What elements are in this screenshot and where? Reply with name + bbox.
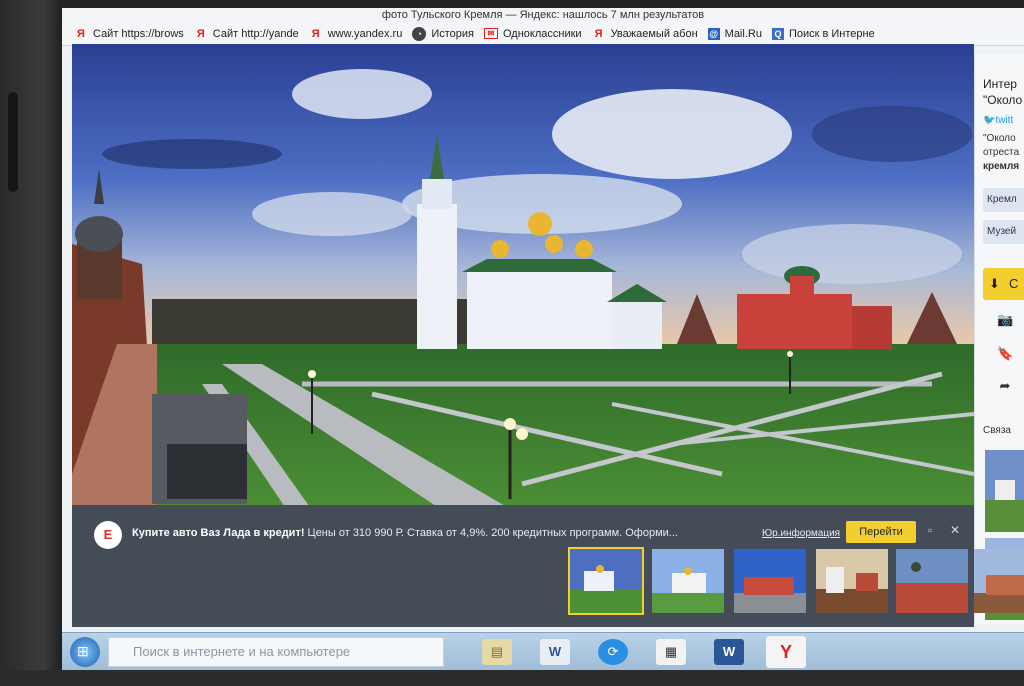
gallery-thumbnail[interactable] [568, 547, 644, 615]
file-explorer-icon[interactable]: ▤ [482, 639, 512, 665]
gallery-thumbnail[interactable] [652, 549, 724, 613]
camera-icon[interactable]: 📷 [997, 312, 1013, 328]
panel-title-line: Интер [983, 77, 1017, 91]
related-heading: Связа [983, 425, 1011, 436]
monitor-bezel-top [0, 0, 1024, 8]
ad-minimize-icon[interactable]: ▫ [928, 523, 932, 537]
yandex-y-icon: Я [77, 27, 85, 40]
monitor-bezel-bottom [0, 670, 1024, 686]
gallery-thumbnail[interactable] [816, 549, 888, 613]
bookmark-icon[interactable]: 🔖 [997, 346, 1013, 362]
bookmark-label: Сайт https://brows [93, 27, 184, 40]
bookmark-item[interactable]: Q Поиск в Интерне [771, 27, 875, 40]
panel-text-line: кремля [983, 161, 1020, 172]
bookmark-item[interactable]: Я Сайт https://brows [74, 27, 184, 41]
ad-headline: Купите авто Ваз Лада в кредит! [132, 527, 305, 539]
panel-title-line: "Около [983, 93, 1023, 107]
main-image-viewer[interactable] [72, 44, 974, 510]
gallery-thumbnail-image [652, 549, 724, 613]
panel-title[interactable]: Интер "Около [983, 76, 1024, 108]
related-thumbnail[interactable] [985, 450, 1024, 532]
gallery-thumbnail-image [734, 549, 806, 613]
ad-go-button[interactable]: Перейти [846, 521, 916, 543]
taskbar-search-input[interactable]: Поиск в интернете и на компьютере [108, 637, 444, 667]
share-arrow-icon[interactable]: ➦ [997, 378, 1013, 394]
bookmarks-bar: Я Сайт https://brows Я Сайт http://yande Я… [62, 22, 1024, 46]
twitter-icon: 🐦 [983, 115, 996, 126]
bookmark-item[interactable]: Я Уважаемый абон [592, 27, 698, 41]
bookmark-item[interactable]: @ Mail.Ru [707, 27, 762, 40]
word-icon[interactable]: W [714, 639, 744, 665]
bookmark-item[interactable]: Я Сайт http://yande [194, 27, 299, 41]
monitor-bezel-left [0, 0, 62, 686]
gallery-thumbnail[interactable] [734, 549, 806, 613]
tag-chip[interactable]: Музей [983, 220, 1024, 244]
mail-envelope-icon: ✉ [483, 28, 498, 39]
ad-close-icon[interactable]: ✕ [950, 523, 960, 537]
bookmark-label: История [431, 27, 474, 40]
bookmark-label: Сайт http://yande [212, 27, 299, 40]
gallery-thumbnail-image [974, 549, 1024, 613]
gallery-thumbnail-image [816, 549, 888, 613]
ad-logo-icon: Е [94, 521, 122, 549]
start-button[interactable]: ⊞ [70, 637, 100, 667]
bookmark-item[interactable]: ◔ История [412, 26, 474, 41]
panel-text-line: "Около [983, 133, 1016, 144]
window-title: фото Тульского Кремля — Яндекс: нашлось … [62, 8, 1024, 22]
gallery-thumbnail[interactable] [974, 549, 1024, 613]
ad-text[interactable]: Купите авто Ваз Лада в кредит! Цены от 3… [132, 527, 678, 539]
bookmark-item[interactable]: Яwww.yandex.ru [309, 27, 403, 41]
yandex-y-icon: Я [311, 27, 320, 40]
bookmark-label: www.yandex.ru [327, 27, 403, 40]
gallery-thumbnail-image [570, 549, 642, 613]
image-info-panel: Интер "Около 🐦twitt "Около отрестa кремля… [974, 54, 1024, 624]
word-document-icon[interactable]: W [540, 639, 570, 665]
bookmark-label: Уважаемый абон [610, 27, 698, 40]
ad-body: Цены от 310 990 Р. Ставка от 4,9%. 200 к… [304, 527, 678, 539]
download-label: С [1009, 276, 1019, 291]
windows-taskbar: ⊞ Поиск в интернете и на компьютере ▤ W … [62, 632, 1024, 670]
ad-banner: Е Купите авто Ваз Лада в кредит! Цены от… [72, 505, 1024, 627]
mailru-icon: @ [707, 27, 720, 40]
bookmark-label: Mail.Ru [724, 27, 762, 40]
download-button[interactable]: ⬇ С [983, 268, 1024, 300]
history-clock-icon: ◔ [412, 26, 427, 41]
bezel-notch [8, 92, 18, 192]
download-icon: ⬇ [989, 276, 1000, 291]
windows-logo-icon: ⊞ [77, 643, 89, 659]
twitter-source[interactable]: 🐦twitt [983, 114, 1013, 127]
related-thumbnail-image [985, 450, 1024, 532]
panel-text-line: отрестa [983, 147, 1020, 158]
gallery-thumbnail-image [896, 549, 968, 613]
yandex-y-icon: Я [196, 27, 205, 40]
yandex-browser-icon[interactable]: Y [766, 636, 806, 668]
browser-icon[interactable]: ⟳ [598, 639, 628, 665]
twitter-label: twitt [995, 115, 1014, 126]
ad-legal-info-link[interactable]: Юр.информация [762, 528, 840, 539]
bookmark-label: Одноклассники [502, 27, 582, 40]
tag-chip[interactable]: Кремл [983, 188, 1024, 212]
search-icon: Q [771, 27, 784, 40]
calculator-icon[interactable]: ▦ [656, 639, 686, 665]
kremlin-photo [72, 44, 974, 510]
yandex-y-icon: Я [594, 27, 603, 40]
gallery-thumbnail[interactable] [896, 549, 968, 613]
browser-screen: фото Тульского Кремля — Яндекс: нашлось … [62, 8, 1024, 670]
bookmark-item[interactable]: ✉ Одноклассники [483, 27, 582, 40]
bookmark-label: Поиск в Интерне [788, 27, 875, 40]
